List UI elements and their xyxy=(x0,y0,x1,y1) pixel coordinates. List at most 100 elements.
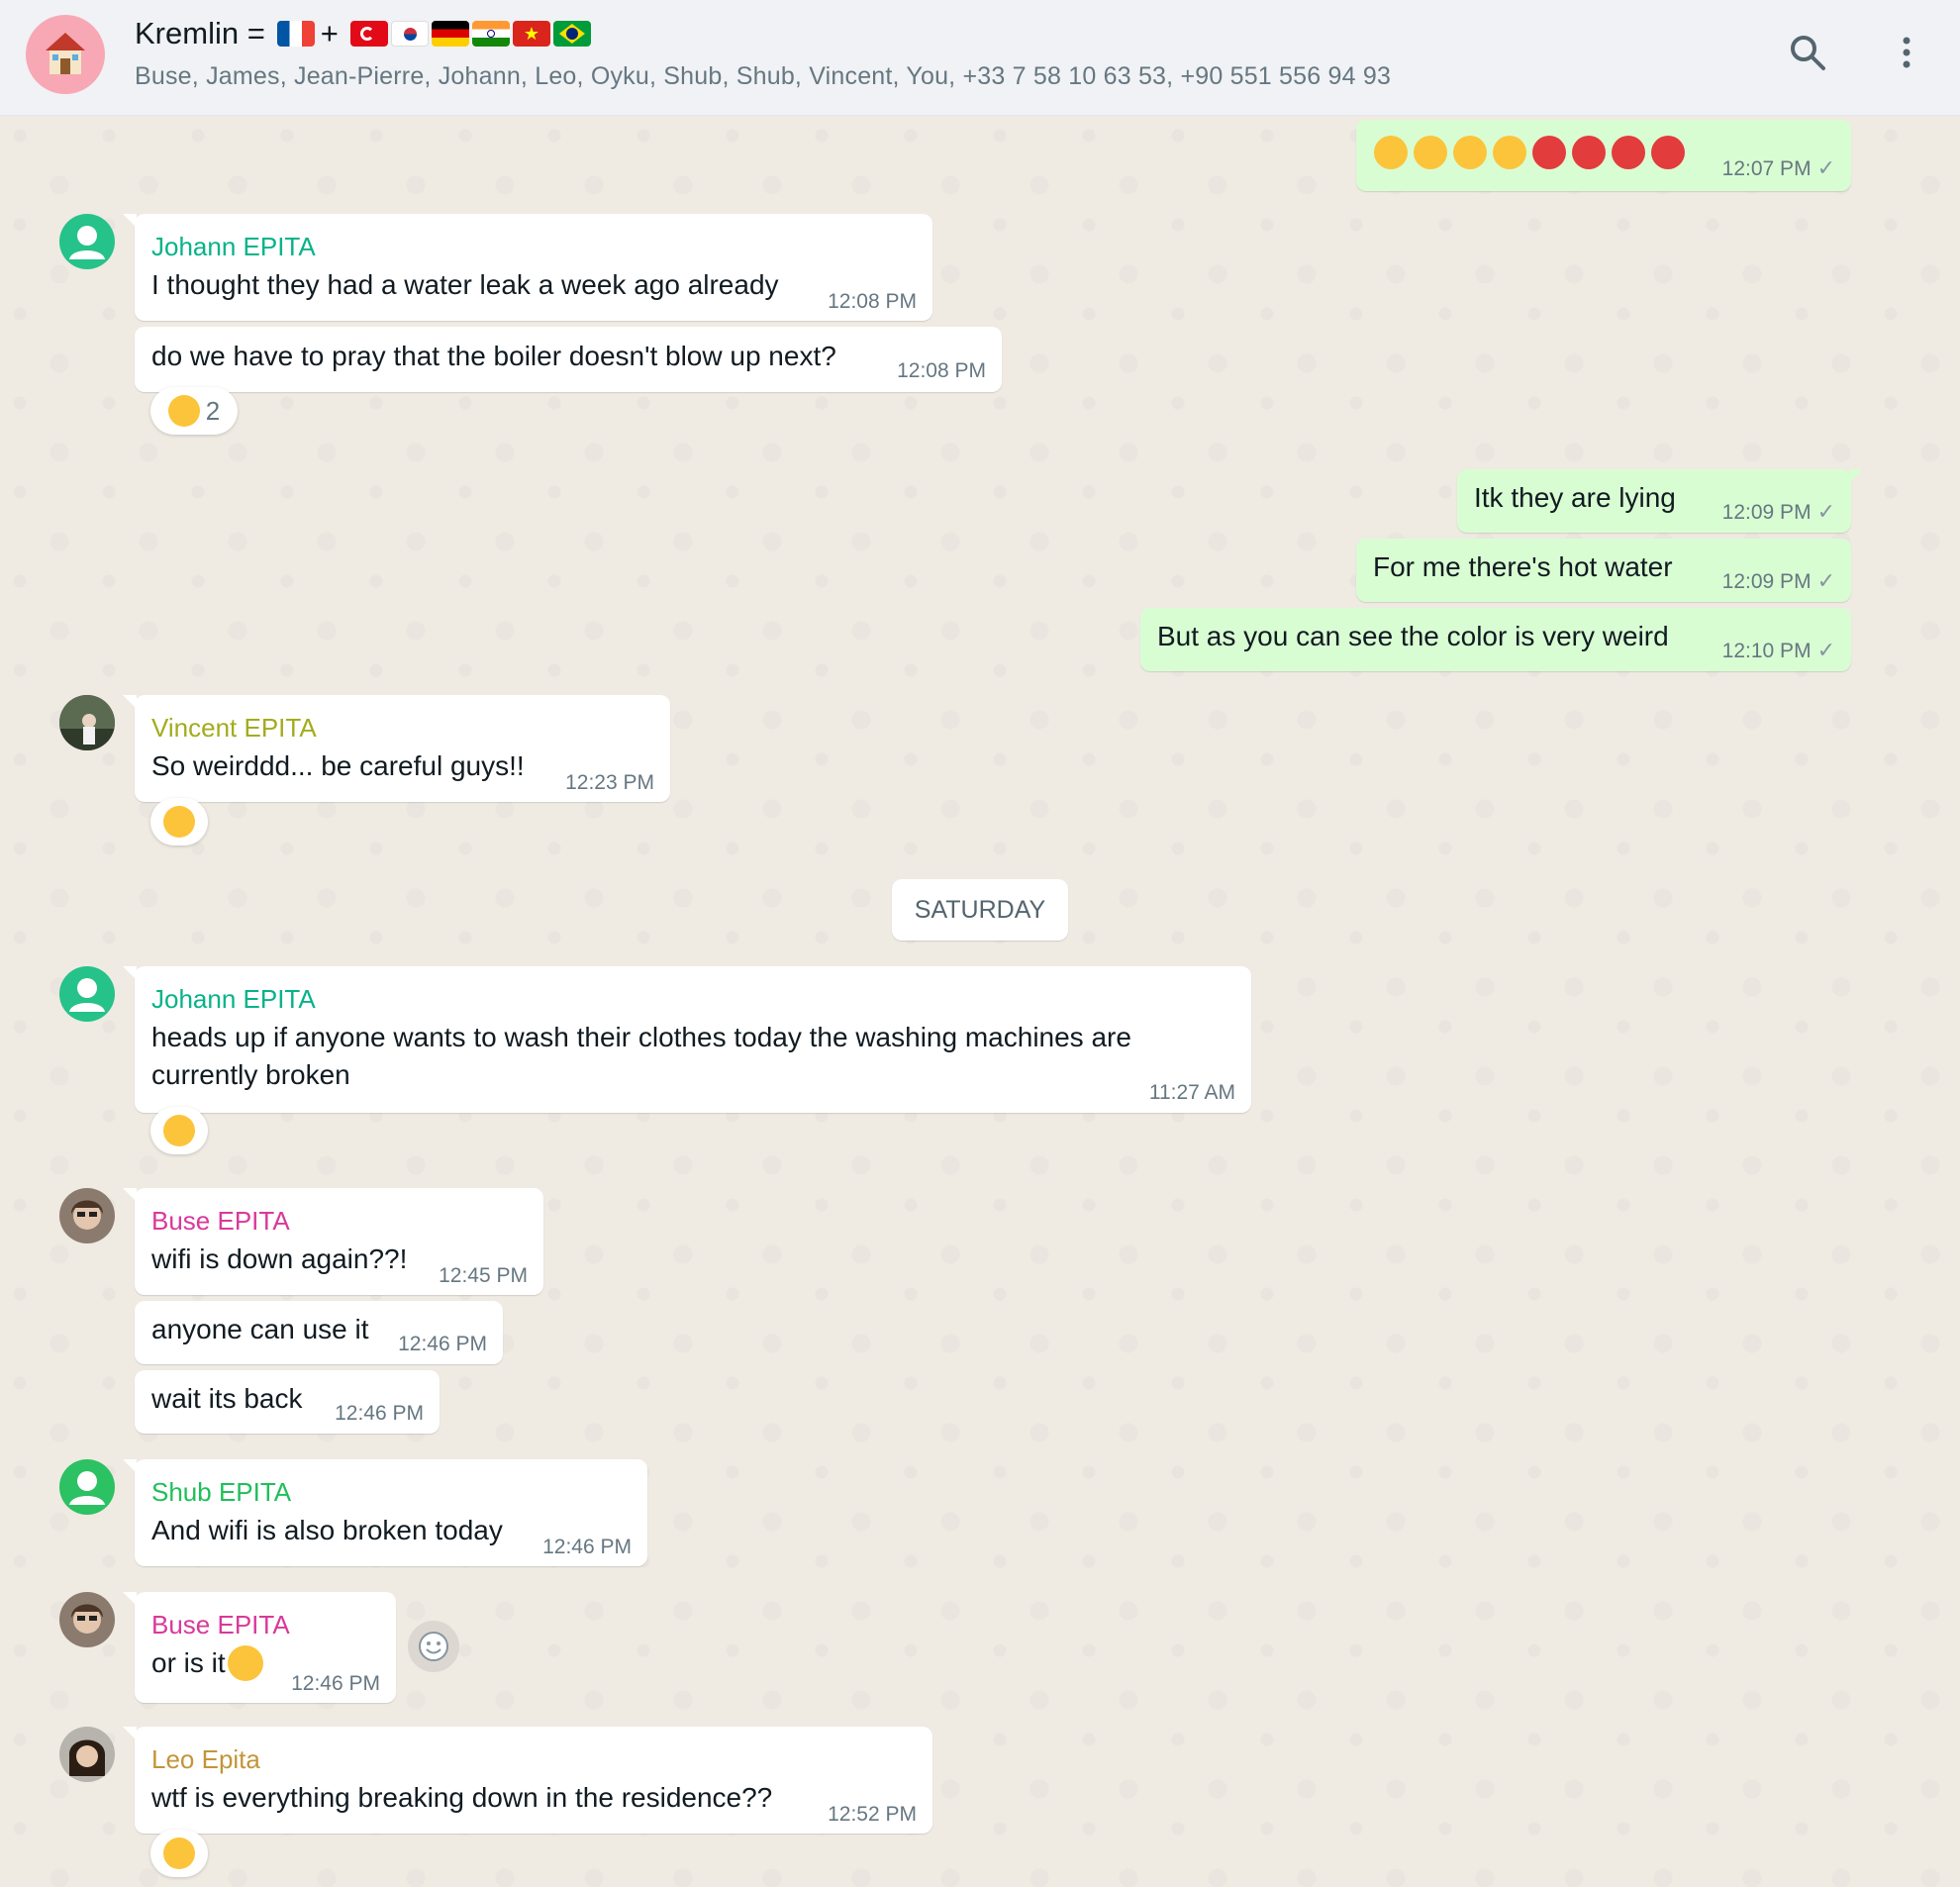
message-text-line-1: heads up if anyone wants to wash their c… xyxy=(151,1022,1131,1052)
flag-vietnam-icon: ★ xyxy=(512,21,550,47)
add-reaction-button[interactable] xyxy=(408,1621,459,1672)
message-time: 11:27 AM xyxy=(1148,1081,1235,1104)
message-time: 12:09 PM ✓ xyxy=(1721,568,1835,593)
message-text-line-2: currently broken xyxy=(151,1059,350,1090)
message-bubble-incoming[interactable]: anyone can use it 12:46 PM xyxy=(135,1301,503,1364)
worried-face-icon xyxy=(1374,136,1408,169)
message-time: 12:07 PM ✓ xyxy=(1721,155,1835,180)
flags-group xyxy=(276,21,315,47)
avatar[interactable] xyxy=(59,1459,115,1515)
default-user-icon xyxy=(69,226,105,259)
angry-face-icon xyxy=(1651,136,1685,169)
bubble-tail xyxy=(123,966,137,980)
laughing-tears-icon xyxy=(163,1837,195,1869)
message-time: 12:46 PM xyxy=(398,1333,487,1355)
message-text: Itk they are lying xyxy=(1474,482,1676,513)
message-bubble-outgoing[interactable]: But as you can see the color is very wei… xyxy=(1140,608,1851,671)
sender-name[interactable]: Johann EPITA xyxy=(151,232,316,262)
bubble-tail xyxy=(123,214,137,228)
sender-name[interactable]: Johann EPITA xyxy=(151,984,316,1015)
message-bubble-incoming[interactable]: Leo Epita wtf is everything breaking dow… xyxy=(123,1727,932,1834)
sent-check-icon: ✓ xyxy=(1816,499,1835,524)
message-bubble-incoming[interactable]: Buse EPITA or is it 12:46 PM xyxy=(123,1592,396,1703)
angry-face-icon xyxy=(1612,136,1645,169)
flags-group-2: ★ xyxy=(349,21,591,47)
sent-check-icon: ✓ xyxy=(1816,638,1835,662)
reaction-badge[interactable] xyxy=(150,1107,208,1154)
sent-check-icon: ✓ xyxy=(1816,155,1835,180)
bubble-tail xyxy=(123,1592,137,1606)
avatar[interactable] xyxy=(59,966,115,1022)
message-time: 12:46 PM xyxy=(291,1672,380,1695)
group-name-text: Kremlin = xyxy=(135,16,265,50)
message-text: For me there's hot water xyxy=(1373,551,1673,582)
default-user-icon xyxy=(69,978,105,1012)
smiley-icon xyxy=(419,1632,448,1661)
bubble-tail xyxy=(123,695,137,709)
group-avatar[interactable] xyxy=(26,15,105,94)
avatar[interactable] xyxy=(59,214,115,269)
bubble-tail xyxy=(1849,469,1863,483)
message-bubble-incoming[interactable]: wait its back 12:46 PM xyxy=(135,1370,440,1434)
sender-name[interactable]: Shub EPITA xyxy=(151,1477,291,1508)
message-bubble-outgoing[interactable]: For me there's hot water 12:09 PM ✓ xyxy=(1356,539,1851,602)
sender-name[interactable]: Vincent EPITA xyxy=(151,713,317,744)
date-divider: SATURDAY xyxy=(892,879,1068,941)
message-bubble-incoming[interactable]: Johann EPITA I thought they had a water … xyxy=(123,214,932,321)
message-bubble-incoming[interactable]: Johann EPITA heads up if anyone wants to… xyxy=(123,966,1251,1113)
sender-name[interactable]: Leo Epita xyxy=(151,1744,260,1775)
message-time: 12:09 PM ✓ xyxy=(1721,499,1835,524)
message-time: 12:10 PM ✓ xyxy=(1721,638,1835,662)
message-bubble-incoming[interactable]: Shub EPITA And wifi is also broken today… xyxy=(123,1459,647,1566)
group-name[interactable]: Kremlin = + ★ xyxy=(135,16,591,51)
profile-photo-icon xyxy=(59,1188,115,1243)
house-icon xyxy=(46,33,85,74)
angry-face-icon xyxy=(1532,136,1566,169)
message-time: 12:46 PM xyxy=(335,1402,424,1425)
message-bubble-outgoing[interactable]: Itk they are lying 12:09 PM ✓ xyxy=(1457,469,1863,533)
avatar[interactable] xyxy=(59,695,115,750)
message-bubble-incoming[interactable]: Buse EPITA wifi is down again??! 12:45 P… xyxy=(123,1188,543,1295)
emoji-row xyxy=(1374,136,1685,169)
message-bubble-incoming[interactable]: do we have to pray that the boiler doesn… xyxy=(135,327,1002,392)
message-time: 12:08 PM xyxy=(897,359,986,382)
menu-icon[interactable] xyxy=(1893,33,1920,72)
message-text: I thought they had a water leak a week a… xyxy=(151,269,779,300)
message-text: anyone can use it xyxy=(151,1314,369,1344)
message-text: wait its back xyxy=(151,1383,303,1414)
avatar[interactable] xyxy=(59,1188,115,1243)
sender-name[interactable]: Buse EPITA xyxy=(151,1610,290,1640)
avatar[interactable] xyxy=(59,1727,115,1782)
flag-turkey-icon xyxy=(349,21,388,47)
laughing-tears-icon xyxy=(167,395,200,427)
message-bubble-outgoing[interactable]: 12:07 PM ✓ xyxy=(1356,120,1851,191)
raised-eyebrow-face-icon xyxy=(227,1645,263,1681)
flag-brazil-icon xyxy=(552,21,591,47)
chat-header[interactable]: Kremlin = + ★ Buse, James, Jean-Pierre, … xyxy=(0,0,1960,116)
flag-korea-icon xyxy=(390,21,429,47)
sender-name[interactable]: Buse EPITA xyxy=(151,1206,290,1237)
message-time: 12:45 PM xyxy=(439,1264,528,1287)
search-icon[interactable] xyxy=(1788,33,1827,72)
profile-photo-icon xyxy=(59,695,115,750)
bubble-tail xyxy=(123,1727,137,1740)
message-bubble-incoming[interactable]: Vincent EPITA So weirddd... be careful g… xyxy=(123,695,670,802)
message-text: wifi is down again??! xyxy=(151,1243,408,1274)
flag-india-icon xyxy=(471,21,510,47)
reaction-count: 2 xyxy=(205,395,221,426)
bubble-tail xyxy=(123,1188,137,1202)
message-text: do we have to pray that the boiler doesn… xyxy=(151,341,836,371)
reaction-badge[interactable] xyxy=(150,1830,208,1877)
reaction-badge[interactable] xyxy=(150,798,208,845)
angry-face-icon xyxy=(1572,136,1606,169)
flag-france-icon xyxy=(276,21,315,47)
avatar[interactable] xyxy=(59,1592,115,1647)
profile-photo-icon xyxy=(59,1592,115,1647)
bubble-tail xyxy=(123,1459,137,1473)
default-user-icon xyxy=(69,1471,105,1505)
members-list[interactable]: Buse, James, Jean-Pierre, Johann, Leo, O… xyxy=(135,62,1391,91)
reaction-badge[interactable]: 2 xyxy=(150,387,238,435)
message-text: So weirddd... be careful guys!! xyxy=(151,750,525,781)
worried-face-icon xyxy=(1493,136,1526,169)
worried-face-icon xyxy=(1414,136,1447,169)
